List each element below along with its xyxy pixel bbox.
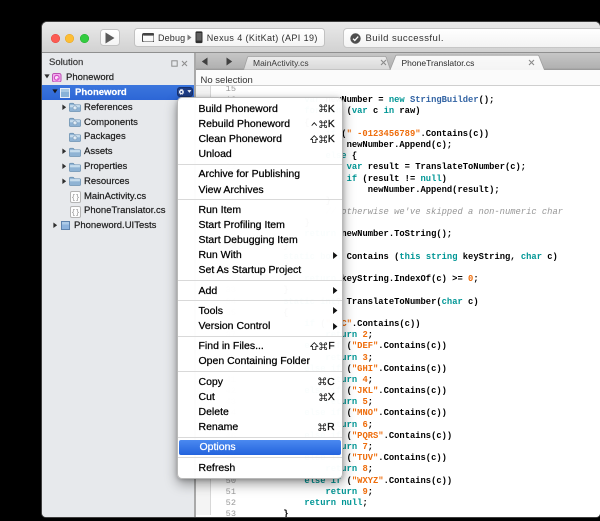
svg-text:{}: {}	[71, 195, 79, 203]
svg-text:{}: {}	[71, 210, 79, 218]
